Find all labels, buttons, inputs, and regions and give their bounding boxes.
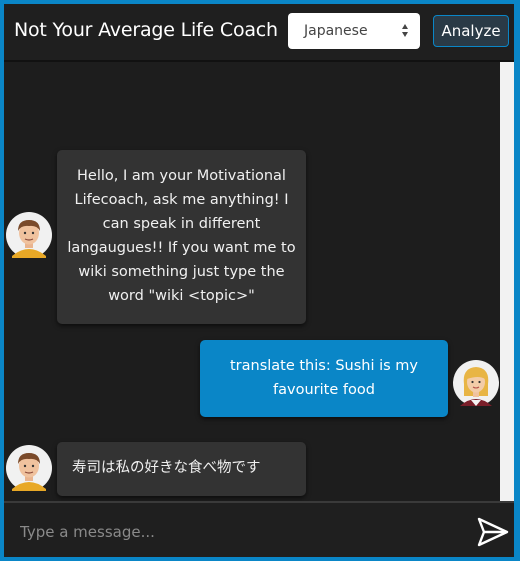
analyze-button[interactable]: Analyze [433, 15, 509, 47]
message-input[interactable] [18, 517, 462, 547]
message-line: Hello, I am your Motivational [77, 168, 286, 184]
message-composer [4, 501, 514, 557]
bot-avatar-icon [6, 445, 52, 491]
chat-scrollbar[interactable] [500, 62, 514, 501]
message-line: word "wiki <topic>" [108, 288, 255, 304]
user-message-bubble: translate this: Sushi is my favourite fo… [200, 340, 448, 417]
message-line: favourite food [273, 382, 375, 398]
message-line: wiki something just type the [78, 264, 285, 280]
select-arrows-icon [402, 24, 408, 38]
chat-log: Hello, I am your Motivational Lifecoach,… [4, 62, 500, 501]
app-window: Not Your Average Life Coach Japanese Ana… [0, 0, 520, 561]
language-select[interactable]: Japanese [288, 13, 420, 49]
bot-message-bubble: 寿司は私の好きな食べ物です [57, 442, 306, 496]
bot-avatar-icon [6, 212, 52, 258]
bot-message-bubble: Hello, I am your Motivational Lifecoach,… [57, 150, 306, 324]
app-title: Not Your Average Life Coach [14, 19, 278, 41]
message-line: translate this: Sushi is my [229, 358, 419, 374]
app-header: Not Your Average Life Coach Japanese Ana… [4, 4, 514, 62]
user-avatar-icon [453, 360, 499, 406]
message-line: 寿司は私の好きな食べ物です [72, 460, 261, 476]
message-line: can speak in different [102, 216, 261, 232]
message-line: langaugues!! If you want me to [67, 240, 296, 256]
send-button[interactable] [477, 517, 509, 547]
send-icon [477, 517, 509, 547]
language-select-value: Japanese [304, 23, 368, 39]
message-line: Lifecoach, ask me anything! I [74, 192, 289, 208]
